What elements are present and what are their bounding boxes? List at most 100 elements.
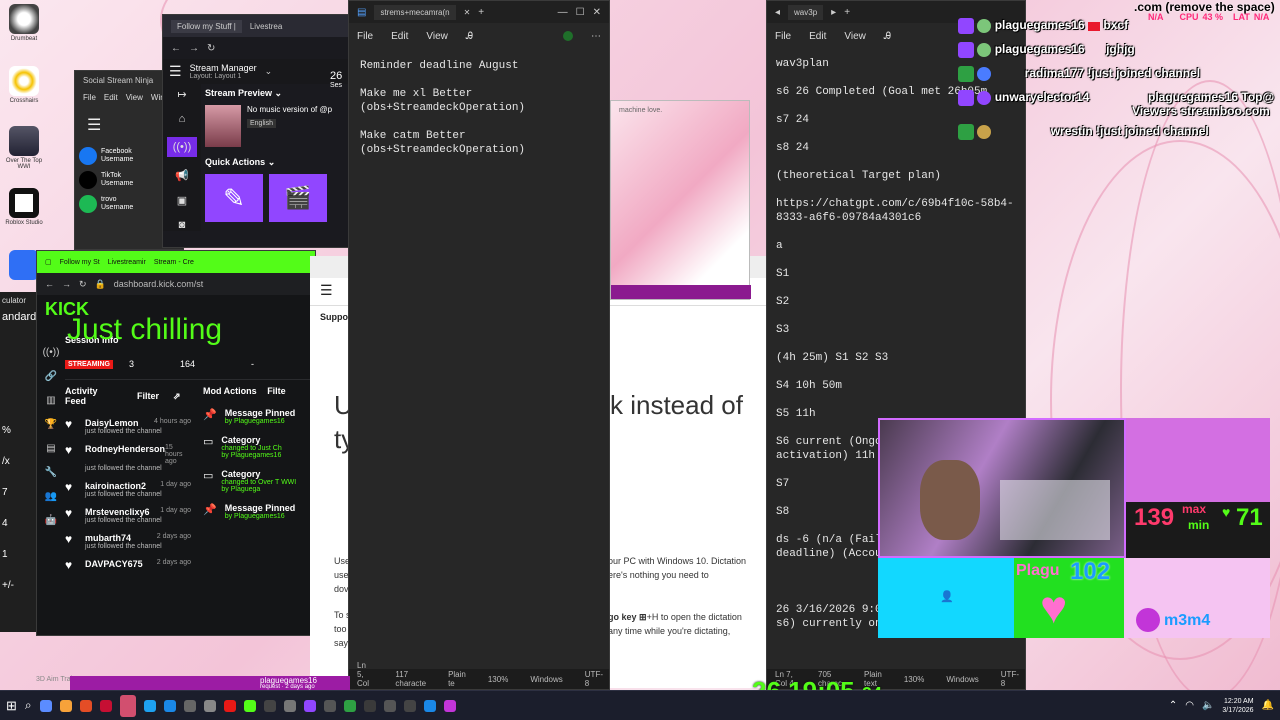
app-icon[interactable] (99, 699, 112, 712)
maximize-icon[interactable]: ☐ (576, 7, 585, 18)
app-icon[interactable] (183, 699, 196, 712)
desktop-icon-drumbeat[interactable]: Drumbeat (4, 4, 44, 42)
app-icon[interactable] (363, 699, 376, 712)
mod-action-item[interactable]: ▭ Category changed to Just Ch by Plaguegame… (203, 435, 315, 459)
edge-icon[interactable] (143, 699, 156, 712)
quick-actions-header[interactable]: Quick Actions ⌄ (205, 157, 357, 168)
new-tab-icon[interactable]: + (478, 7, 484, 18)
app-icon[interactable] (79, 699, 92, 712)
desktop-icon-crosshairs[interactable]: Crosshairs (4, 66, 44, 104)
tab-livestreaming[interactable]: Livestreamir (108, 259, 146, 266)
menu-file[interactable]: File (357, 31, 373, 42)
link-icon[interactable]: 🔗 (45, 371, 57, 382)
chart-icon[interactable]: ▥ (46, 395, 55, 406)
megaphone-icon[interactable]: 📢 (175, 169, 189, 182)
more-icon[interactable]: ⋯ (591, 31, 601, 42)
taskview-icon[interactable] (39, 699, 52, 712)
reload-icon[interactable]: ↻ (207, 43, 215, 54)
calc-key-1[interactable]: 1 (2, 539, 40, 570)
activity-feed-item[interactable]: ♥ Mrstevenclixy6 1 day ago just followed th… (65, 507, 191, 524)
forward-icon[interactable]: → (62, 279, 71, 289)
broadcast-icon[interactable]: ((•)) (43, 347, 60, 358)
follower-name[interactable]: Mrstevenclixy6 (85, 507, 150, 517)
notepad-1-editor[interactable]: Reminder deadline August Make me xl Bett… (349, 49, 609, 167)
system-clock[interactable]: 12:20 AM 3/17/2026 (1222, 697, 1253, 715)
app-icon[interactable] (223, 699, 236, 712)
app-icon[interactable] (443, 699, 456, 712)
calc-key-7[interactable]: 7 (2, 477, 40, 508)
calc-key-reciprocal[interactable]: /x (2, 446, 40, 477)
home-icon[interactable]: ⌂ (179, 113, 186, 125)
app-icon[interactable] (263, 699, 276, 712)
video-icon[interactable]: ▣ (177, 194, 187, 207)
popout-icon[interactable]: ⇗ (173, 391, 181, 402)
follower-name[interactable]: RodneyHenderson (85, 444, 165, 465)
volume-icon[interactable]: 🔈 (1202, 700, 1214, 711)
menu-view[interactable]: View (844, 31, 866, 42)
menu-edit[interactable]: Edit (104, 93, 118, 102)
app-icon[interactable] (243, 699, 256, 712)
bot-icon[interactable]: 🤖 (45, 515, 57, 526)
mod-filter-button[interactable]: Filte (267, 386, 286, 396)
edit-stream-info-button[interactable]: ✎ (205, 174, 263, 222)
minimize-icon[interactable]: — (558, 7, 568, 18)
app-icon[interactable] (163, 699, 176, 712)
tab-stream-creator[interactable]: Stream - Cre (154, 259, 194, 266)
url-field[interactable]: dashboard.kick.com/st (114, 279, 204, 289)
calc-key-percent[interactable]: % (2, 415, 40, 446)
active-app-icon[interactable] (119, 694, 136, 717)
layout-icon[interactable]: ▤ (46, 443, 55, 454)
wifi-icon[interactable]: ◠ (1185, 700, 1194, 711)
notification-icon[interactable]: 🔔 (1262, 700, 1274, 711)
back-icon[interactable]: ← (45, 279, 54, 289)
chevron-up-icon[interactable]: ⌃ (1169, 700, 1177, 711)
collapse-icon[interactable]: ↦ (177, 88, 186, 101)
users-icon[interactable]: 👥 (45, 491, 57, 502)
tab-right-icon[interactable]: ▸ (831, 7, 836, 18)
follower-name[interactable]: kairoinaction2 (85, 481, 146, 491)
menu-file[interactable]: File (83, 93, 96, 102)
menu-edit[interactable]: Edit (809, 31, 826, 42)
follower-name[interactable]: DAVPACY675 (85, 559, 143, 569)
follower-name[interactable]: mubarth74 (85, 533, 131, 543)
copilot-icon[interactable] (563, 31, 573, 41)
activity-filter-button[interactable]: Filter (137, 391, 159, 401)
stream-preview-header[interactable]: Stream Preview ⌄ (205, 88, 357, 99)
format-icon[interactable]: Ꭿ (884, 31, 891, 42)
desktop-icon-over-the-top[interactable]: Over The Top WWI (4, 126, 44, 170)
chevron-down-icon[interactable]: ⌄ (265, 66, 273, 77)
menu-edit[interactable]: Edit (391, 31, 408, 42)
activity-feed-item[interactable]: ♥ DAVPACY675 2 days ago (65, 559, 191, 571)
explorer-icon[interactable] (59, 699, 72, 712)
broadcast-icon[interactable]: ((•)) (167, 137, 197, 157)
notepad-2-tab[interactable]: wav3p (788, 4, 824, 20)
new-tab-icon[interactable]: + (844, 7, 850, 18)
wrench-icon[interactable]: 🔧 (45, 467, 57, 478)
app-icon[interactable] (343, 699, 356, 712)
notepad-1-tab[interactable]: strems+mecamra(n (374, 4, 456, 20)
follower-name[interactable]: DaisyLemon (85, 418, 139, 428)
mod-action-item[interactable]: 📌 Message Pinned by Plaguegames16 (203, 408, 315, 425)
camera-icon[interactable]: ◙ (179, 219, 186, 231)
activity-feed-item[interactable]: ♥ DaisyLemon 4 hours ago just followed the … (65, 418, 191, 435)
mod-action-item[interactable]: ▭ Category changed to Over T WWI by Plagueg… (203, 469, 315, 493)
clip-button[interactable]: 🎬 (269, 174, 327, 222)
trophy-icon[interactable]: 🏆 (45, 419, 57, 430)
calc-key-negate[interactable]: +/- (2, 570, 40, 601)
tab-left-icon[interactable]: ◂ (775, 7, 780, 18)
reload-icon[interactable]: ↻ (79, 279, 87, 290)
desktop-icon-roblox-studio[interactable]: Roblox Studio (4, 188, 44, 226)
activity-feed-item[interactable]: ♥ RodneyHenderson 15 hours ago just followe… (65, 444, 191, 472)
menu-view[interactable]: View (126, 93, 143, 102)
app-icon[interactable] (383, 699, 396, 712)
close-icon[interactable]: ✕ (593, 7, 601, 18)
forward-icon[interactable]: → (189, 43, 199, 54)
activity-feed-item[interactable]: ♥ kairoinaction2 1 day ago just followed th… (65, 481, 191, 498)
app-icon[interactable] (423, 699, 436, 712)
close-tab-icon[interactable]: ✕ (464, 8, 471, 17)
tab-livestream[interactable]: Livestrea (250, 22, 282, 31)
app-icon[interactable] (203, 699, 216, 712)
calc-key-4[interactable]: 4 (2, 508, 40, 539)
tab-follow-my-st[interactable]: Follow my St (60, 259, 100, 266)
start-icon[interactable]: ⊞ (6, 698, 17, 714)
